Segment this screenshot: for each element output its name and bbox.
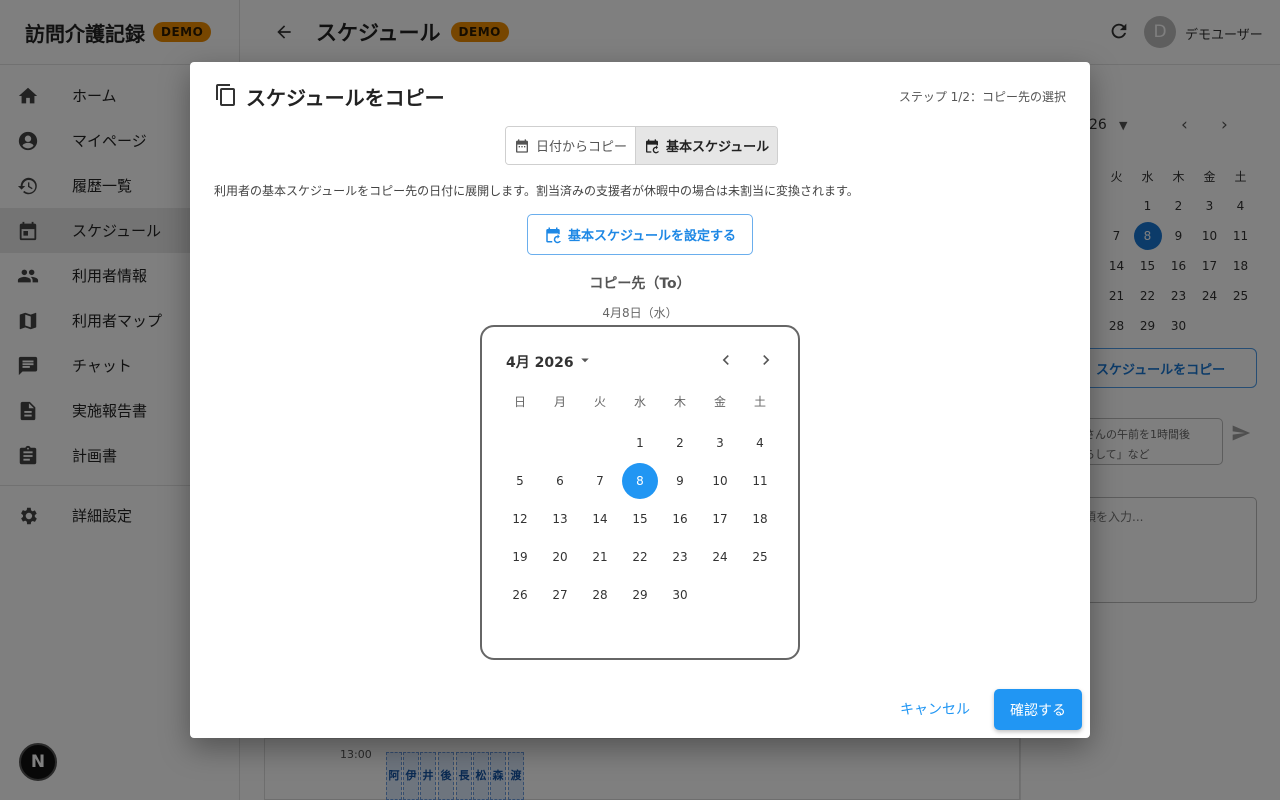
cancel-button[interactable]: キャンセル xyxy=(890,689,980,729)
dialog-header: スケジュールをコピー xyxy=(214,82,445,111)
calendar-day-label: 6 xyxy=(556,474,564,488)
calendar-day[interactable]: 18 xyxy=(740,500,780,538)
calendar-day-label: 29 xyxy=(632,588,648,602)
calendar-icon xyxy=(516,138,528,153)
calendar-day[interactable]: 13 xyxy=(540,500,580,538)
calendar-weekday: 木 xyxy=(673,395,686,409)
calendar-day-label: 25 xyxy=(752,550,768,564)
calendar-day-label: 10 xyxy=(712,474,728,488)
calendar-day[interactable]: 25 xyxy=(740,538,780,576)
calendar-day-label: 9 xyxy=(676,474,684,488)
calendar-day[interactable]: 26 xyxy=(500,576,540,614)
calendar-day[interactable]: 5 xyxy=(500,462,540,500)
calendar-day[interactable]: 24 xyxy=(700,538,740,576)
calendar-day[interactable]: 16 xyxy=(660,500,700,538)
calendar-day-label: 2 xyxy=(676,436,684,450)
calendar-day-label: 22 xyxy=(632,550,648,564)
calendar-day-label: 8 xyxy=(622,463,658,499)
calendar-day-label: 27 xyxy=(552,588,568,602)
confirm-button[interactable]: 確認する xyxy=(994,689,1082,730)
calendar-day-label: 7 xyxy=(596,474,604,488)
calendar-month-label[interactable]: 4月 2026 xyxy=(506,352,574,372)
copy-to-label: コピー先（To） xyxy=(589,276,691,292)
dialog-title: スケジュールをコピー xyxy=(246,86,445,110)
calendar-day-label: 21 xyxy=(592,550,608,564)
copy-mode-toggle: 日付からコピー 基本スケジュール xyxy=(505,126,779,165)
calendar-day[interactable]: 21 xyxy=(580,538,620,576)
caret-down-icon[interactable] xyxy=(576,351,592,367)
chevron-right-icon[interactable] xyxy=(756,350,776,370)
calendar-day[interactable]: 7 xyxy=(580,462,620,500)
calendar-day-label: 11 xyxy=(752,474,768,488)
calendar-day-label: 16 xyxy=(672,512,688,526)
calendar-day[interactable]: 10 xyxy=(700,462,740,500)
calendar-day[interactable]: 11 xyxy=(740,462,780,500)
calendar-day[interactable]: 27 xyxy=(540,576,580,614)
copy-schedule-dialog: スケジュールをコピー ステップ 1/2：コピー先の選択 日付からコピー 基本スケ… xyxy=(190,62,1090,738)
chevron-left-icon[interactable] xyxy=(716,350,736,370)
calendar-day[interactable]: 17 xyxy=(700,500,740,538)
calendar-day[interactable]: 3 xyxy=(700,424,740,462)
calendar-weekday: 月 xyxy=(553,395,566,409)
calendar-day[interactable]: 1 xyxy=(620,424,660,462)
calendar-day[interactable]: 8 xyxy=(620,462,660,500)
calendar-day-label: 24 xyxy=(712,550,728,564)
calendar-day-label: 14 xyxy=(592,512,608,526)
calendar-weekday: 日 xyxy=(513,395,526,409)
calendar-day[interactable]: 22 xyxy=(620,538,660,576)
calendar-day-label: 20 xyxy=(552,550,568,564)
toggle-basic-schedule[interactable]: 基本スケジュール xyxy=(635,127,778,164)
calendar-day-label: 13 xyxy=(552,512,568,526)
toggle-label: 日付からコピー xyxy=(536,140,628,155)
calendar-day[interactable]: 14 xyxy=(580,500,620,538)
calendar-day[interactable]: 12 xyxy=(500,500,540,538)
calendar-day[interactable]: 9 xyxy=(660,462,700,500)
calendar-weekday: 水 xyxy=(633,395,646,409)
calendar-day[interactable]: 23 xyxy=(660,538,700,576)
calendar-day[interactable]: 30 xyxy=(660,576,700,614)
calendar-day-label: 4 xyxy=(756,436,764,450)
setup-button-label: 基本スケジュールを設定する xyxy=(567,229,737,244)
calendar-day-label: 26 xyxy=(512,588,528,602)
calendar-weekday: 火 xyxy=(593,395,606,409)
calendar-day[interactable]: 19 xyxy=(500,538,540,576)
calendar-weekday: 土 xyxy=(753,395,766,409)
calendar-day-label: 28 xyxy=(592,588,608,602)
calendar-day[interactable]: 29 xyxy=(620,576,660,614)
step-indicator: ステップ 1/2：コピー先の選択 xyxy=(898,90,1066,104)
calendar-repeat-icon xyxy=(646,138,660,153)
calendar-repeat-icon xyxy=(546,227,561,243)
calendar-day-label: 1 xyxy=(636,436,644,450)
toggle-label: 基本スケジュール xyxy=(666,140,770,155)
calendar-day-label: 23 xyxy=(672,550,688,564)
calendar-day-label: 30 xyxy=(672,588,688,602)
calendar-weekday: 金 xyxy=(713,395,726,409)
calendar-weekdays: 日月火水木金土 xyxy=(500,393,780,410)
dialog-description: 利用者の基本スケジュールをコピー先の日付に展開します。割当済みの支援者が休暇中の… xyxy=(214,184,859,198)
calendar-day-label: 12 xyxy=(512,512,528,526)
setup-basic-schedule-button[interactable]: 基本スケジュールを設定する xyxy=(527,214,753,255)
calendar-days: 1 2 3 4 5 6 7 8 9 10 11 12 13 14 15 16 17 18 19 20 21 22 23 24 2… xyxy=(500,424,780,614)
calendar-day[interactable]: 4 xyxy=(740,424,780,462)
calendar-day-empty xyxy=(500,424,540,462)
toggle-from-date[interactable]: 日付からコピー xyxy=(506,127,636,164)
calendar-day[interactable]: 2 xyxy=(660,424,700,462)
calendar-day-empty xyxy=(540,424,580,462)
calendar-day-label: 3 xyxy=(716,436,724,450)
calendar-day[interactable]: 28 xyxy=(580,576,620,614)
calendar-day-label: 5 xyxy=(516,474,524,488)
calendar-day-label: 19 xyxy=(512,550,528,564)
calendar-day-empty xyxy=(580,424,620,462)
calendar-day-label: 15 xyxy=(632,512,648,526)
calendar-day[interactable]: 6 xyxy=(540,462,580,500)
copy-to-date: 4月8日（水） xyxy=(602,306,678,320)
calendar-day[interactable]: 20 xyxy=(540,538,580,576)
calendar-day-label: 18 xyxy=(752,512,768,526)
copy-icon xyxy=(214,83,238,111)
calendar-day-label: 17 xyxy=(712,512,728,526)
calendar-day[interactable]: 15 xyxy=(620,500,660,538)
date-picker-calendar: 4月 2026 日月火水木金土 1 2 3 4 5 6 7 8 9 10 11 12 13 14 15 16 1… xyxy=(480,325,800,660)
